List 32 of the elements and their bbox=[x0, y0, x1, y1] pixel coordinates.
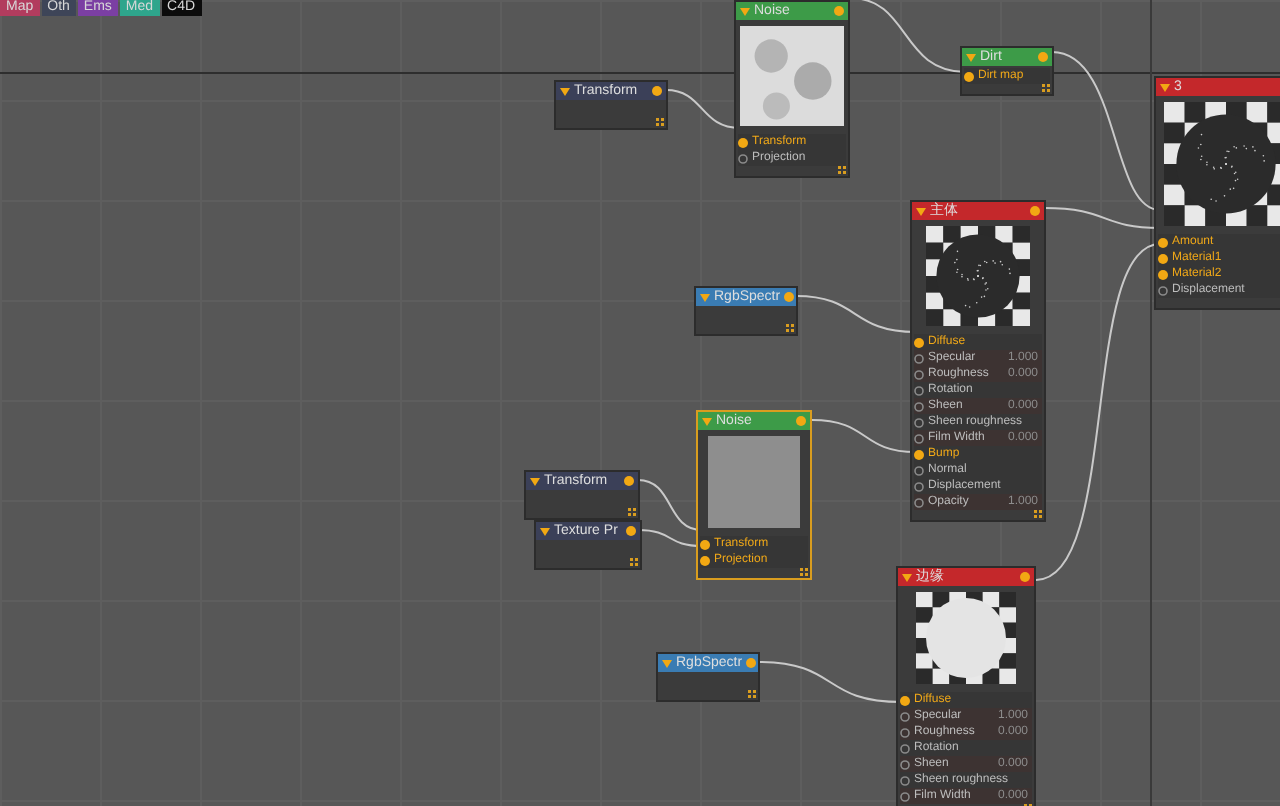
collapse-triangle-icon[interactable] bbox=[662, 659, 672, 667]
connected-port-icon[interactable] bbox=[624, 476, 634, 486]
connected-port-icon[interactable] bbox=[1158, 237, 1168, 247]
connected-port-icon[interactable] bbox=[626, 526, 636, 536]
collapse-triangle-icon[interactable] bbox=[560, 87, 570, 95]
connected-port-icon[interactable] bbox=[1158, 269, 1168, 279]
connected-port-icon[interactable] bbox=[700, 555, 710, 565]
connected-port-icon[interactable] bbox=[900, 695, 910, 705]
collapse-triangle-icon[interactable] bbox=[540, 527, 550, 535]
connected-port-icon[interactable] bbox=[738, 137, 748, 147]
connected-port-icon[interactable] bbox=[700, 539, 710, 549]
resize-grip-icon[interactable] bbox=[630, 558, 638, 566]
resize-grip-icon[interactable] bbox=[656, 118, 664, 126]
connected-port-icon[interactable] bbox=[1020, 572, 1030, 582]
collapse-triangle-icon[interactable] bbox=[530, 477, 540, 485]
collapse-triangle-icon[interactable] bbox=[1160, 83, 1170, 91]
connected-port-icon[interactable] bbox=[914, 449, 924, 459]
resize-grip-icon[interactable] bbox=[628, 508, 636, 516]
resize-grip-icon[interactable] bbox=[748, 690, 756, 698]
connected-port-icon[interactable] bbox=[652, 86, 662, 96]
collapse-triangle-icon[interactable] bbox=[916, 207, 926, 215]
resize-grip-icon[interactable] bbox=[786, 324, 794, 332]
collapse-triangle-icon[interactable] bbox=[902, 573, 912, 581]
connected-port-icon[interactable] bbox=[1030, 206, 1040, 216]
connected-port-icon[interactable] bbox=[914, 337, 924, 347]
collapse-triangle-icon[interactable] bbox=[700, 293, 710, 301]
resize-grip-icon[interactable] bbox=[838, 166, 846, 174]
resize-grip-icon[interactable] bbox=[1042, 84, 1050, 92]
resize-grip-icon[interactable] bbox=[800, 568, 808, 576]
connected-port-icon[interactable] bbox=[1158, 253, 1168, 263]
resize-grip-icon[interactable] bbox=[1034, 510, 1042, 518]
connected-port-icon[interactable] bbox=[964, 71, 974, 81]
